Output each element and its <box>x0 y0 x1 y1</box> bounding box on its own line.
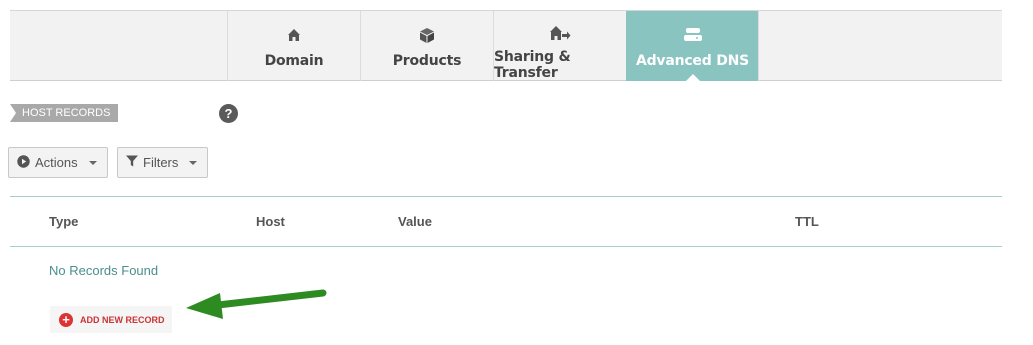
column-header-ttl[interactable]: TTL <box>795 214 819 229</box>
house-transfer-icon <box>549 25 571 41</box>
tab-products[interactable]: Products <box>360 11 493 81</box>
tab-domain-label: Domain <box>264 53 324 69</box>
add-new-record-button[interactable]: + ADD NEW RECORD <box>50 306 172 333</box>
chevron-down-icon <box>88 160 97 165</box>
filter-icon <box>126 155 138 170</box>
actions-label: Actions <box>35 155 78 170</box>
plus-circle-icon: + <box>59 312 73 327</box>
column-header-type[interactable]: Type <box>49 214 78 229</box>
help-icon[interactable]: ? <box>219 104 238 123</box>
box-icon <box>419 25 435 45</box>
domain-tab-bar: Domain Products Sharing & Transfer Advan… <box>10 10 1002 81</box>
filters-label: Filters <box>143 155 179 170</box>
host-records-heading: HOST RECORDS <box>10 104 119 122</box>
play-circle-icon <box>17 154 30 171</box>
empty-records-message: No Records Found <box>49 263 159 278</box>
tab-bar-spacer <box>10 11 227 80</box>
column-header-value[interactable]: Value <box>398 214 432 229</box>
annotation-arrow-icon <box>186 289 327 319</box>
server-stack-icon <box>683 25 703 45</box>
host-records-table-header: Type Host Value TTL <box>10 196 1002 247</box>
column-header-host[interactable]: Host <box>256 214 285 229</box>
tab-domain[interactable]: Domain <box>227 11 360 81</box>
tab-sharing-transfer[interactable]: Sharing & Transfer <box>493 11 626 81</box>
tab-products-label: Products <box>392 53 462 69</box>
tab-sharing-transfer-label: Sharing & Transfer <box>494 49 571 81</box>
house-icon <box>287 25 301 45</box>
add-new-record-label: ADD NEW RECORD <box>80 314 165 325</box>
actions-dropdown-button[interactable]: Actions <box>8 147 108 178</box>
filters-dropdown-button[interactable]: Filters <box>117 147 208 178</box>
tab-advanced-dns[interactable]: Advanced DNS <box>626 11 759 81</box>
chevron-down-icon <box>189 160 198 165</box>
tab-advanced-dns-label: Advanced DNS <box>635 53 750 69</box>
